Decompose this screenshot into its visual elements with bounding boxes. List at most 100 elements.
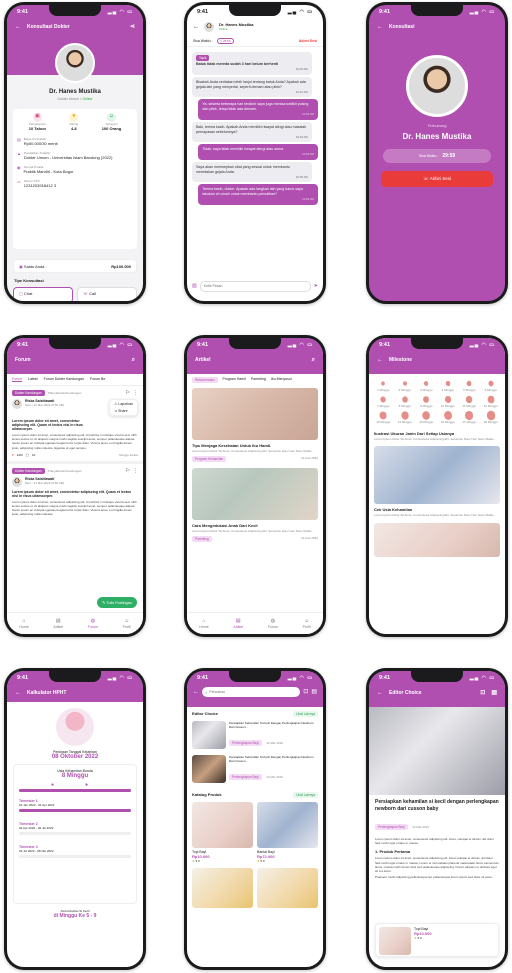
more-icon[interactable]: ⋮ [133,390,138,396]
cart-icon[interactable]: ⊡ [480,690,485,696]
receipt-icon[interactable]: ▤ [311,689,317,695]
week-cell[interactable]: 18 Minggu [481,410,502,424]
nav-article[interactable]: ▤ Artikel [233,618,243,629]
image-attach-icon[interactable]: ▨ [192,283,197,289]
week-cell[interactable]: 17 Minggu [459,410,480,424]
bookmark-icon[interactable]: ⚐ [126,468,130,474]
week-cell[interactable]: 6 Minggu [481,379,502,392]
more-icon[interactable]: ⋮ [133,468,138,474]
call-option[interactable]: ☏ Call [77,287,137,301]
nav-article[interactable]: ▤ Artikel [53,618,63,629]
back-arrow-icon[interactable]: ← [377,24,383,30]
tab-forum[interactable]: Forum [12,377,23,382]
tab-forum-be[interactable]: Forum Be [90,377,105,382]
nav-profile[interactable]: ☺ Profil [123,618,131,629]
article-card[interactable]: Tips Menjaga Kesehatan Untuk Ibu Hamil. … [187,386,323,464]
week-cell[interactable]: 2 Minggu [395,379,416,392]
balance-row[interactable]: ▣ Saldo Anda : Rp100.000 [13,259,137,273]
bookmark-icon[interactable]: ⚐ [126,390,130,396]
see-all-link[interactable]: Lihat Lainnya [293,792,318,798]
article-tag[interactable]: Parenting [192,536,212,542]
status-icons: ▂▄ ◠ ▭ [469,674,495,681]
article-tag[interactable]: Program Kehamilan [192,456,227,462]
tab-parenting[interactable]: Parenting [251,377,266,383]
back-arrow-icon[interactable]: ← [193,24,199,30]
notch [411,338,463,349]
post-category-chip[interactable]: Dokter Kandungan [12,467,45,474]
editor-item[interactable]: Persiapkan Kehamilan Si Kecil Dengan Per… [187,751,323,787]
post-hashtag[interactable]: #TanyaDokterKandungan [48,469,82,473]
chat-option[interactable]: ▢ Chat [13,287,73,301]
receipt-icon[interactable]: ▤ [491,690,497,696]
item-title: Persiapkan Kehamilan Si Kecil Dengan Per… [229,755,314,763]
tab-latest[interactable]: Latest [28,377,38,382]
milestone-article[interactable]: Ilustrasi Ukuran Janin Dari Setiap Usian… [369,429,505,443]
article-tag[interactable]: Perlengkapan Bayi [375,824,408,830]
week-cell[interactable]: 4 Minggu [438,379,459,392]
see-all-link[interactable]: Lihat Lainnya [293,711,318,717]
editor-item[interactable]: Persiapkan Kehamilan Si Kecil Dengan Per… [187,719,323,751]
status-icons: ▂▄ ◠ ▭ [287,674,313,681]
post-hashtag[interactable]: #TanyaDokterKandungan [48,391,82,395]
nav-home[interactable]: ⌂ Home [199,618,208,629]
item-tag[interactable]: Perlengkapan Bayi [229,774,262,780]
share-icon[interactable]: ⋖ [130,24,135,30]
report-item[interactable]: ⚠ Laporkan [114,402,133,406]
post-category-chip[interactable]: Dokter Kandungan [12,390,45,396]
product-card[interactable]: Bantal Bayi Rp72.000 ★ 5.0 [257,802,318,863]
status-time: 9:41 [379,8,391,15]
nav-profile[interactable]: ☺ Profil [303,618,311,629]
article-card[interactable]: Cara Mengedukasi Anak Dari Kecil Lorem I… [187,464,323,546]
product-image [192,868,253,908]
back-arrow-icon[interactable]: ← [193,689,199,695]
online-status: Online [82,97,93,101]
location-icon: ◉ [17,165,21,170]
back-arrow-icon[interactable]: ← [377,357,383,363]
forum-post[interactable]: Dokter Kandungan #TanyaDokterKandungan ⚐ ⋮ … [7,464,143,532]
nav-home[interactable]: ⌂ Home [19,618,28,629]
heart-icon[interactable]: ♥ [12,453,14,457]
write-post-button[interactable]: ✎ Tulis Postingan [97,597,137,608]
back-arrow-icon[interactable]: ← [15,690,21,696]
product-card[interactable]: Topi Bayi Rp10.000 ★ 5.0 [192,802,253,863]
status-time: 9:41 [17,8,29,15]
search-icon[interactable]: ⌕ [132,357,135,363]
week-cell[interactable]: 3 Minggu [416,379,437,392]
tab-recommended[interactable]: Rekomendasi [192,377,218,383]
week-label: 5 Minggu [463,388,476,392]
cart-icon[interactable]: ⊡ [303,689,308,695]
search-icon[interactable]: ⌕ [312,357,315,363]
end-session-link[interactable]: Akhiri Sesi [299,39,317,43]
end-session-button[interactable]: ☏ Akhiri Sesi [381,171,493,187]
product-card[interactable]: Topi Bayi Rp10.000 ★ 5.0 [375,923,499,957]
week-cell[interactable]: 11 Minggu [459,395,480,408]
end-session-label: Akhiri Sesi [429,176,451,181]
week-cell[interactable]: 13 Minggu [373,411,394,424]
week-cell[interactable]: 8 Minggu [395,395,416,408]
tab-program-hamil[interactable]: Program Hamil [223,377,246,383]
send-icon[interactable]: ➤ [314,283,318,289]
week-cell[interactable]: 15 Minggu [416,411,437,424]
week-label: 18 Minggu [483,420,498,424]
week-cell[interactable]: 14 Minggu [395,411,416,424]
week-cell[interactable]: 7 Minggu [373,395,394,408]
share-item[interactable]: ⋖ Share [114,409,133,413]
week-cell[interactable]: 5 Minggu [459,379,480,392]
week-cell[interactable]: 16 Minggu [438,411,459,424]
comment-icon[interactable]: ◯ [26,453,29,457]
forum-post[interactable]: Dokter Kandungan #TanyaDokterKandungan ⚐ ⋮ … [7,386,143,461]
nav-forum[interactable]: ◍ Forum [268,618,278,629]
milestone-article[interactable]: Cek Usia Kehamilan Lorem Ipsum Dolor Sit… [369,443,505,520]
nav-forum[interactable]: ◍ Forum [88,618,98,629]
week-cell[interactable]: 1 Minggu [373,379,394,392]
tab-ibu-menyusui[interactable]: Ibu Menyusui [271,377,292,383]
week-cell[interactable]: 9 Minggu [416,395,437,408]
search-input[interactable] [209,690,298,694]
week-cell[interactable]: 12 Minggu [481,395,502,408]
week-cell[interactable]: 10 Minggu [438,395,459,408]
back-arrow-icon[interactable]: ← [377,690,383,696]
tab-forum-dokter[interactable]: Forum Dokter Kandungan [44,377,84,382]
back-arrow-icon[interactable]: ← [15,24,21,30]
item-tag[interactable]: Perlengkapan Bayi [229,740,262,746]
message-input[interactable] [199,280,311,292]
